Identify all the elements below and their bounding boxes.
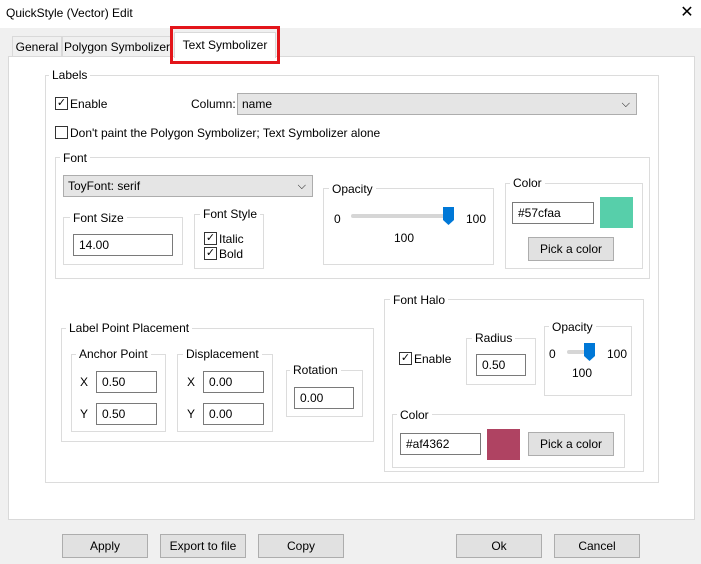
halo-radius-input[interactable]: 0.50: [476, 354, 526, 376]
displacement-x-label: X: [187, 375, 196, 389]
anchor-title: Anchor Point: [76, 347, 151, 361]
dont-paint-checkbox[interactable]: [55, 126, 68, 139]
displacement-y-input[interactable]: 0.00: [203, 403, 264, 425]
halo-radius-title: Radius: [472, 331, 516, 345]
font-select-value: ToyFont: serif: [68, 179, 141, 193]
export-to-file-button[interactable]: Export to file: [160, 534, 246, 558]
check-icon: ✓: [400, 352, 411, 364]
check-icon: ✓: [56, 97, 67, 109]
font-opacity-title: Opacity: [329, 182, 376, 196]
tab-panel: Labels ✓ Enable Column: name ⌵ Don't pai…: [8, 56, 695, 520]
halo-opacity-max: 100: [607, 347, 628, 361]
halo-color-swatch: [487, 429, 520, 460]
halo-color-title: Color: [397, 408, 432, 422]
font-opacity-group: [323, 188, 494, 265]
halo-opacity-value: 100: [572, 366, 593, 380]
tab-polygon-symbolizer[interactable]: Polygon Symbolizer: [62, 36, 172, 56]
chevron-down-icon: ⌵: [297, 180, 306, 192]
font-color-input[interactable]: #57cfaa: [512, 202, 594, 224]
font-pick-color-button[interactable]: Pick a color: [528, 237, 614, 261]
displacement-y-label: Y: [187, 407, 196, 421]
rotation-input[interactable]: 0.00: [294, 387, 354, 409]
anchor-x-label: X: [80, 375, 89, 389]
font-group-title: Font: [60, 151, 91, 165]
bold-label: Bold: [219, 247, 244, 261]
labels-enable-checkbox[interactable]: ✓: [55, 97, 68, 110]
dont-paint-label: Don't paint the Polygon Symbolizer; Text…: [70, 126, 381, 140]
halo-enable-checkbox[interactable]: ✓: [399, 352, 412, 365]
halo-group-title: Font Halo: [390, 293, 449, 307]
font-opacity-min: 0: [334, 212, 341, 226]
halo-opacity-group: [544, 326, 632, 396]
cancel-button[interactable]: Cancel: [554, 534, 640, 558]
font-size-input[interactable]: 14.00: [73, 234, 173, 256]
halo-opacity-min: 0: [549, 347, 556, 361]
displacement-x-input[interactable]: 0.00: [203, 371, 264, 393]
bold-checkbox[interactable]: ✓: [204, 247, 217, 260]
column-select[interactable]: name ⌵: [237, 93, 637, 115]
copy-button[interactable]: Copy: [258, 534, 344, 558]
column-label: Column:: [191, 97, 236, 111]
labels-enable-label: Enable: [70, 97, 108, 111]
font-opacity-track: [351, 214, 453, 218]
anchor-x-input[interactable]: 0.50: [96, 371, 157, 393]
halo-opacity-title: Opacity: [549, 320, 596, 334]
halo-enable-label: Enable: [414, 352, 452, 366]
rotation-title: Rotation: [290, 363, 341, 377]
tab-general[interactable]: General: [12, 36, 62, 56]
displacement-title: Displacement: [183, 347, 262, 361]
anchor-y-label: Y: [80, 407, 89, 421]
apply-button[interactable]: Apply: [62, 534, 148, 558]
column-select-value: name: [242, 97, 273, 111]
close-icon[interactable]: ✕: [678, 3, 696, 23]
window-title: QuickStyle (Vector) Edit: [6, 6, 133, 20]
labels-group-title: Labels: [49, 68, 91, 82]
italic-checkbox[interactable]: ✓: [204, 232, 217, 245]
chevron-down-icon: ⌵: [621, 98, 630, 110]
font-color-swatch: [600, 197, 633, 228]
font-style-title: Font Style: [200, 207, 261, 221]
font-select[interactable]: ToyFont: serif ⌵: [63, 175, 313, 197]
font-opacity-value: 100: [394, 231, 415, 245]
check-icon: ✓: [205, 232, 216, 244]
halo-pick-color-button[interactable]: Pick a color: [528, 432, 614, 456]
ok-button[interactable]: Ok: [456, 534, 542, 558]
italic-label: Italic: [219, 232, 244, 246]
anchor-y-input[interactable]: 0.50: [96, 403, 157, 425]
placement-group-title: Label Point Placement: [66, 321, 193, 335]
halo-color-input[interactable]: #af4362: [400, 433, 481, 455]
tab-text-symbolizer[interactable]: Text Symbolizer: [174, 32, 276, 58]
font-color-title: Color: [510, 176, 545, 190]
font-opacity-max: 100: [466, 212, 487, 226]
font-size-title: Font Size: [70, 211, 127, 225]
check-icon: ✓: [205, 247, 216, 259]
